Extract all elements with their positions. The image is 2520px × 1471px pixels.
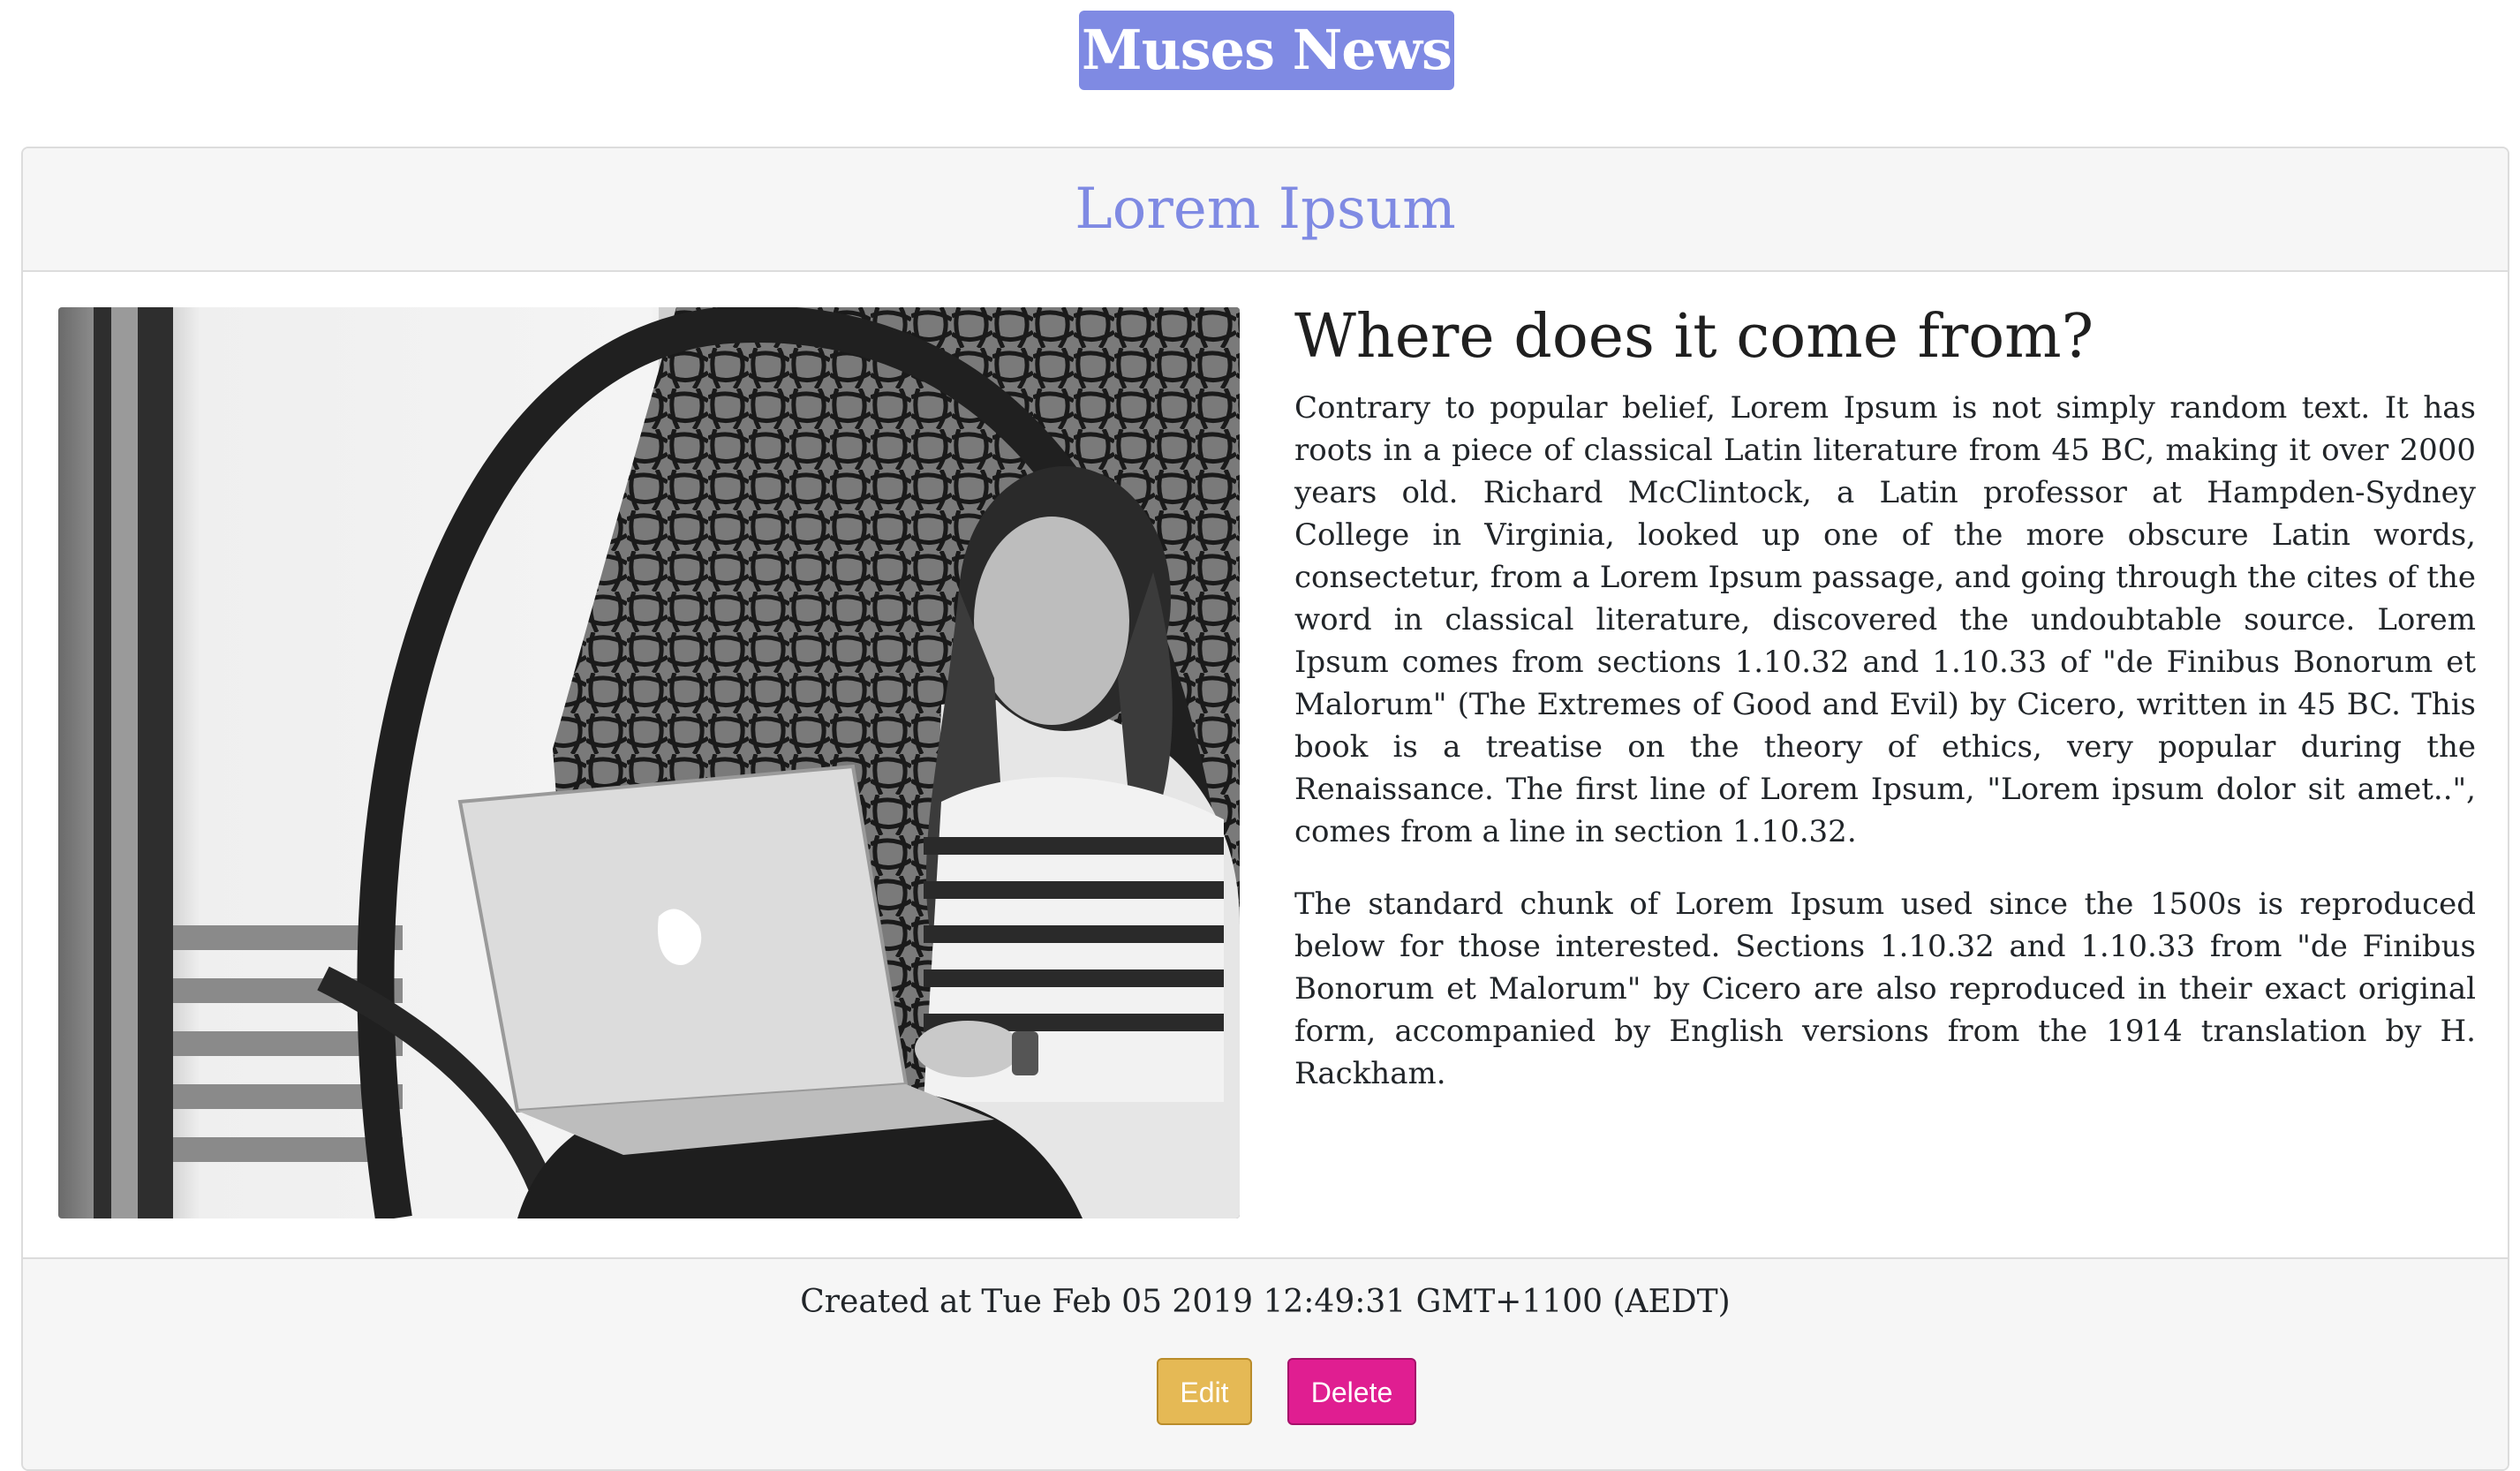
post-image-graphic	[58, 307, 1240, 1218]
navbar: Muses News	[0, 0, 2520, 141]
post-paragraph: Contrary to popular belief, Lorem Ipsum …	[1294, 390, 2476, 849]
post-heading: Where does it come from?	[1294, 302, 2094, 372]
created-timestamp: Created at Tue Feb 05 2019 12:49:31 GMT+…	[800, 1284, 1731, 1320]
post-paragraph: The standard chunk of Lorem Ipsum used s…	[1294, 886, 2476, 1091]
edit-button[interactable]: Edit	[1157, 1358, 1252, 1425]
post-card: Lorem Ipsum Where does it come from? Con…	[21, 147, 2509, 1471]
card-header: Lorem Ipsum	[23, 148, 2508, 272]
post-title: Lorem Ipsum	[1075, 177, 1456, 242]
post-content: Where does it come from? Contrary to pop…	[1294, 298, 2476, 1125]
brand-logo[interactable]: Muses News	[1079, 11, 1454, 90]
card-body: Where does it come from? Contrary to pop…	[23, 272, 2508, 1257]
delete-button[interactable]: Delete	[1287, 1358, 1416, 1425]
post-image	[58, 307, 1240, 1218]
card-footer: Created at Tue Feb 05 2019 12:49:31 GMT+…	[23, 1257, 2508, 1469]
